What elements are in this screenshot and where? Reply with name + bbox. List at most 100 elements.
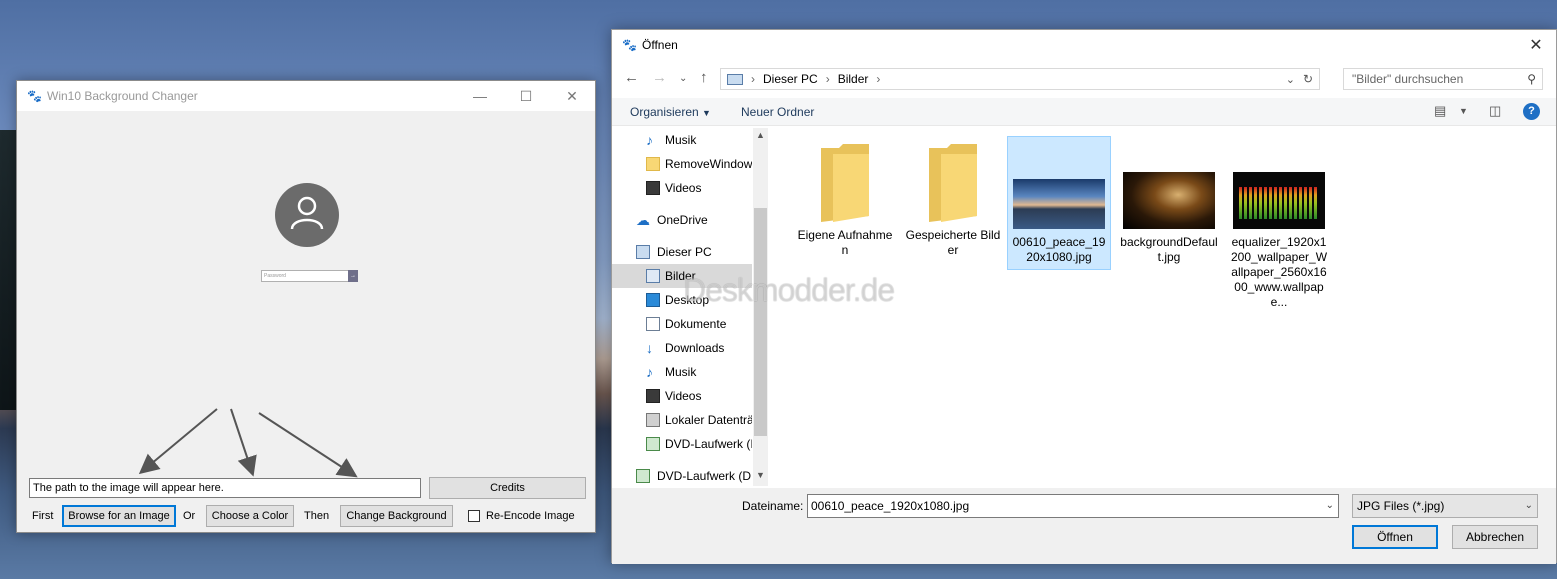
pictures-icon (646, 269, 660, 283)
tree-label: Dokumente (665, 317, 727, 331)
file-item-eigene-aufnahmen[interactable]: Eigene Aufnahmen (793, 136, 897, 262)
tree-label: Lokaler Datenträ (665, 413, 752, 427)
filename-input[interactable]: 00610_peace_1920x1080.jpg ⌄ (807, 494, 1339, 518)
scrollbar-thumb[interactable] (754, 208, 767, 436)
tree-label: RemoveWindow (665, 157, 752, 171)
music-icon: ♪ (646, 132, 653, 148)
tree-label: Videos (665, 389, 702, 403)
preview-pane-icon[interactable]: ◫ (1489, 103, 1501, 119)
tree-item-dieser-pc[interactable]: Dieser PC (612, 240, 752, 264)
view-dropdown-icon[interactable]: ▼ (1459, 106, 1468, 116)
computer-icon (636, 245, 650, 259)
video-icon (646, 181, 660, 195)
documents-icon (646, 317, 660, 331)
cancel-button[interactable]: Abbrechen (1452, 525, 1538, 549)
scroll-down-icon[interactable]: ▼ (753, 470, 768, 480)
or-label: Or (183, 510, 196, 522)
credits-button[interactable]: Credits (429, 477, 586, 499)
pc-icon (727, 73, 743, 85)
dialog-close-button[interactable]: ✕ (1516, 35, 1556, 55)
file-item-backgrounddefault-jpg[interactable]: backgroundDefault.jpg (1117, 136, 1221, 269)
dvd-icon (636, 469, 650, 483)
tree-item-musik[interactable]: ♪ Musik (612, 128, 752, 152)
choose-color-button[interactable]: Choose a Color (206, 505, 294, 527)
tree-label: DVD-Laufwerk (D: (657, 469, 752, 483)
dialog-title: Öffnen (642, 38, 678, 52)
view-options-icon[interactable]: ▤ (1434, 103, 1446, 119)
new-folder-button[interactable]: Neuer Ordner (741, 105, 814, 119)
equalizer-thumbnail (1233, 172, 1325, 229)
file-item-equalizer-jpg[interactable]: equalizer_1920x1200_wallpaper_Wallpaper_… (1227, 136, 1331, 314)
dialog-footer: Dateiname: 00610_peace_1920x1080.jpg ⌄ J… (612, 488, 1556, 564)
back-arrow-icon[interactable]: ← (624, 69, 639, 86)
navigation-bar: ← → ⌄ ↑ › Dieser PC › Bilder › ⌄ ↻ "Bild… (612, 66, 1556, 92)
image-path-field[interactable]: The path to the image will appear here. (29, 478, 421, 498)
file-name: Eigene Aufnahmen (797, 228, 893, 257)
tree-item-downloads[interactable]: ↓ Downloads (612, 336, 752, 360)
reencode-checkbox[interactable] (468, 510, 480, 522)
cloud-icon: ☁ (636, 212, 650, 228)
music-icon: ♪ (646, 364, 653, 380)
dialog-title-bar: 🐾 Öffnen ✕ (612, 30, 1556, 60)
tree-item-removewindow[interactable]: RemoveWindow (612, 152, 752, 176)
refresh-icon[interactable]: ↻ (1303, 72, 1313, 86)
file-item-peace-jpg[interactable]: 00610_peace_1920x1080.jpg (1007, 136, 1111, 270)
browse-image-button[interactable]: Browse for an Image (62, 505, 176, 527)
gold-thumbnail (1123, 172, 1215, 229)
search-icon: ⚲ (1527, 72, 1536, 86)
file-name: equalizer_1920x1200_wallpaper_Wallpaper_… (1230, 235, 1328, 309)
filename-dropdown-icon[interactable]: ⌄ (1326, 495, 1334, 517)
reencode-label: Re-Encode Image (486, 510, 575, 522)
tree-item-videos[interactable]: Videos (612, 176, 752, 200)
tree-item-dvd-2[interactable]: DVD-Laufwerk (D: (612, 464, 752, 486)
video-icon (646, 389, 660, 403)
organize-menu[interactable]: Organisieren ▼ (630, 105, 711, 119)
drive-icon (646, 413, 660, 427)
tree-item-videos-2[interactable]: Videos (612, 384, 752, 408)
file-name: 00610_peace_1920x1080.jpg (1012, 235, 1106, 264)
tree-item-dokumente[interactable]: Dokumente (612, 312, 752, 336)
breadcrumb-dieser-pc[interactable]: Dieser PC (763, 72, 818, 86)
breadcrumb-bilder[interactable]: Bilder (838, 72, 869, 86)
scroll-up-icon[interactable]: ▲ (753, 130, 768, 140)
address-bar[interactable]: › Dieser PC › Bilder › ⌄ ↻ (720, 68, 1320, 90)
organize-label: Organisieren (630, 105, 699, 119)
then-label: Then (304, 510, 330, 522)
tree-item-onedrive[interactable]: ☁ OneDrive (612, 208, 752, 232)
search-input[interactable]: "Bilder" durchsuchen ⚲ (1343, 68, 1543, 90)
open-button[interactable]: Öffnen (1352, 525, 1438, 549)
tree-label: Dieser PC (657, 245, 712, 259)
tree-item-dvd-1[interactable]: DVD-Laufwerk (I (612, 432, 752, 456)
tree-label: Musik (665, 365, 697, 379)
folder-icon (821, 144, 869, 222)
background-changer-window: 🐾 Win10 Background Changer — ☐ ✕ Passwor… (16, 80, 596, 533)
file-name: backgroundDefault.jpg (1120, 235, 1218, 264)
instruction-arrows (138, 408, 358, 478)
forward-arrow-icon[interactable]: → (652, 69, 667, 86)
watermark: Deskmodder.de (683, 272, 895, 308)
folder-icon (646, 157, 660, 171)
up-arrow-icon[interactable]: ↑ (700, 69, 708, 86)
recent-chevron-icon[interactable]: ⌄ (679, 73, 687, 84)
tree-item-local-drive[interactable]: Lokaler Datenträ (612, 408, 752, 432)
command-bar: Organisieren ▼ Neuer Ordner ▤ ▼ ◫ ? (612, 98, 1556, 126)
tree-label: Videos (665, 181, 702, 195)
help-icon[interactable]: ? (1523, 103, 1540, 120)
change-background-button[interactable]: Change Background (340, 505, 453, 527)
search-placeholder: "Bilder" durchsuchen (1352, 72, 1464, 86)
tree-item-musik-2[interactable]: ♪ Musik (612, 360, 752, 384)
lake-thumbnail (1013, 179, 1105, 229)
dvd-icon (646, 437, 660, 451)
first-label: First (32, 510, 54, 522)
tree-label: Downloads (665, 341, 725, 355)
filetype-select[interactable]: JPG Files (*.jpg) ⌄ (1352, 494, 1538, 518)
filetype-dropdown-icon: ⌄ (1524, 500, 1533, 511)
address-dropdown-icon[interactable]: ⌄ (1286, 73, 1295, 86)
file-name: Gespeicherte Bilder (905, 228, 1001, 257)
filetype-value: JPG Files (*.jpg) (1357, 499, 1445, 513)
tree-label: OneDrive (657, 213, 708, 227)
tree-label: Musik (665, 133, 697, 147)
file-item-gespeicherte-bilder[interactable]: Gespeicherte Bilder (901, 136, 1005, 262)
folder-icon (929, 144, 977, 222)
filename-value: 00610_peace_1920x1080.jpg (811, 499, 970, 513)
